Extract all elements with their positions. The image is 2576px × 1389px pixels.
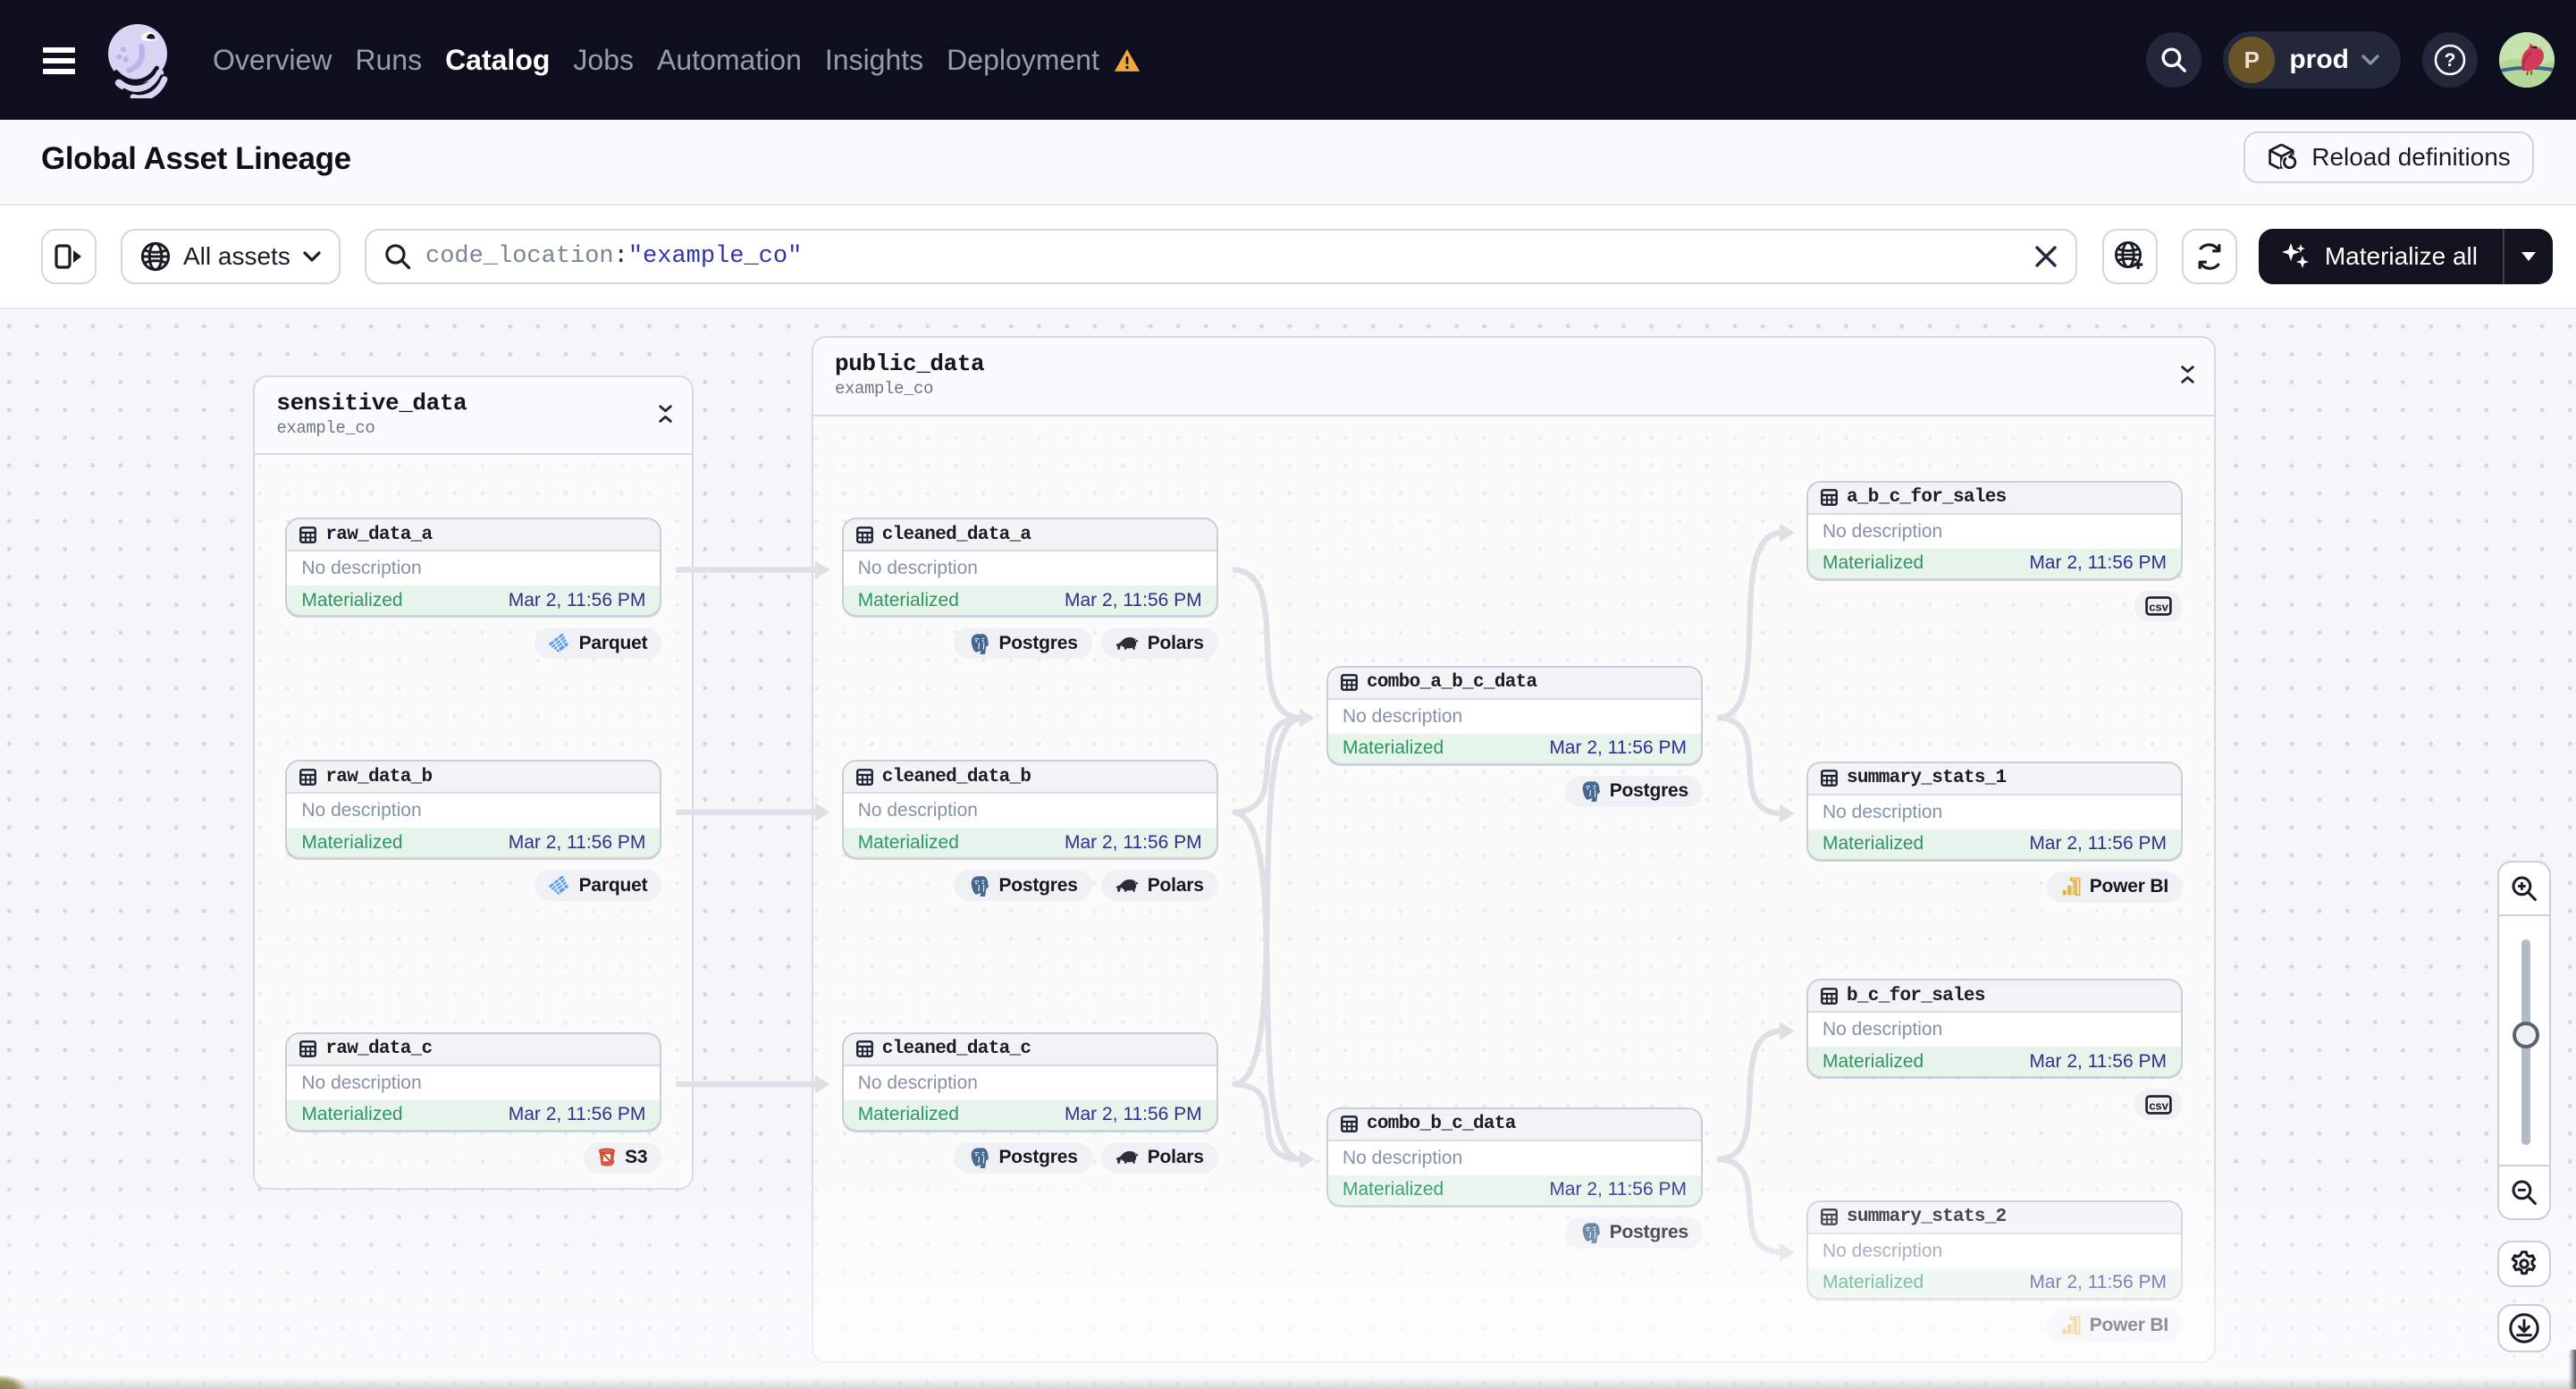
svg-text:csv: csv <box>2149 1099 2168 1112</box>
svg-text:csv: csv <box>2149 600 2168 613</box>
svg-text:?: ? <box>2445 50 2456 71</box>
